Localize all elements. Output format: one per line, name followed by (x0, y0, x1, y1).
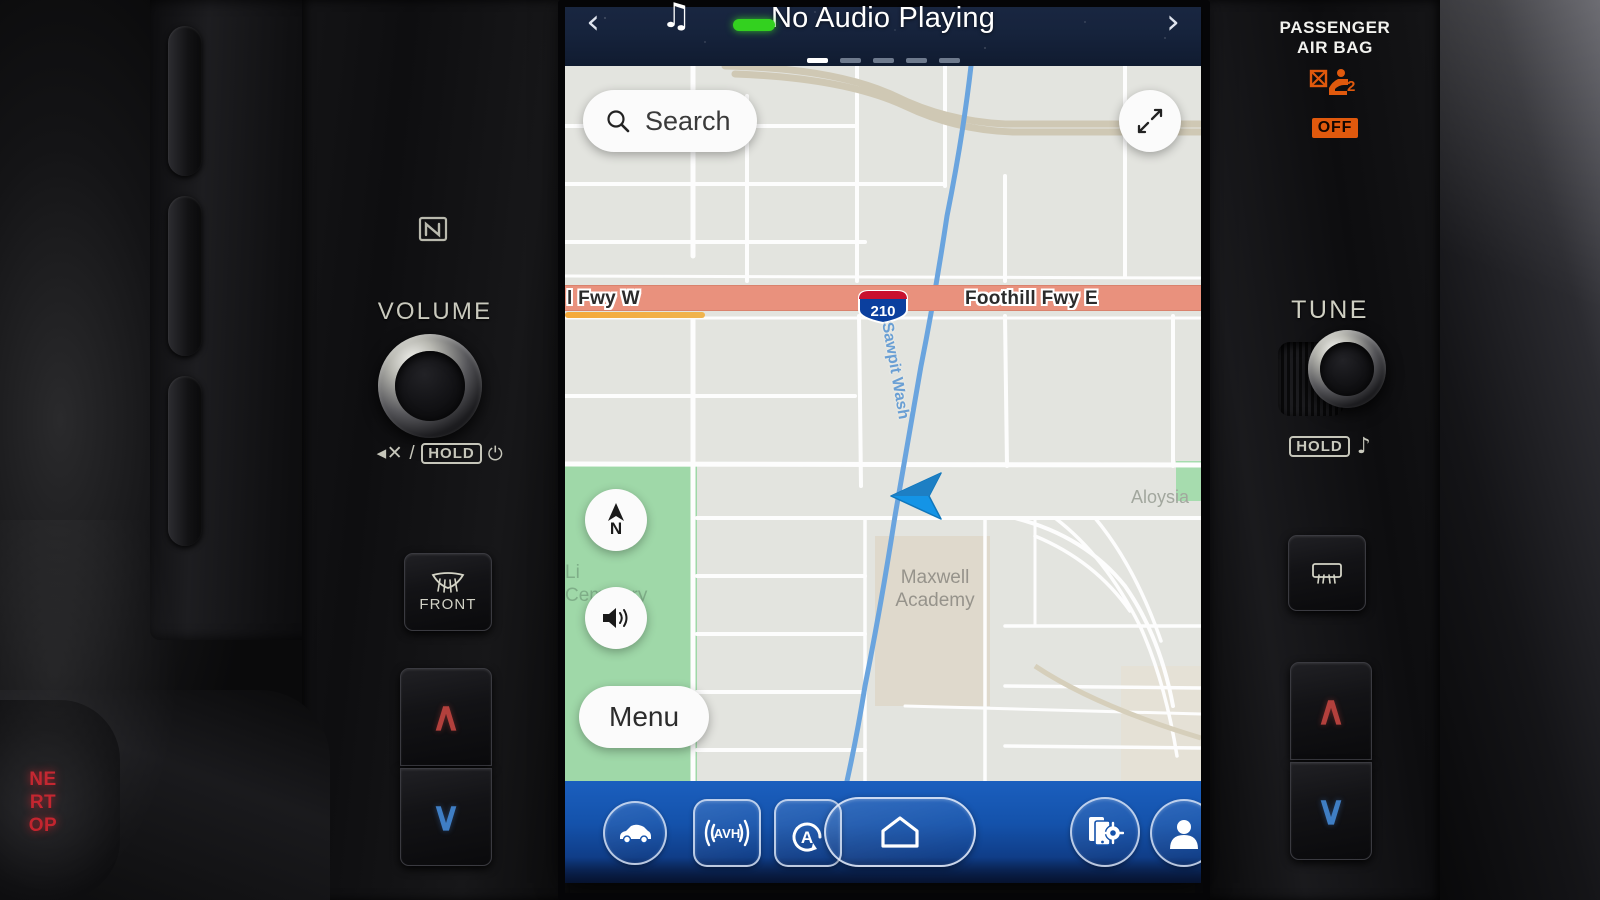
navigation-map[interactable]: l Fwy W Foothill Fwy E 210 Sawpit Wash M… (565, 66, 1201, 781)
vent-slat (168, 26, 202, 176)
volume-label: VOLUME (377, 298, 493, 325)
front-defroster-label: FRONT (419, 596, 477, 613)
volume-sub-labels: ◂✕ / HOLD ⏻ (330, 442, 550, 465)
ignition-label: NE RT OP (0, 768, 86, 837)
dash-right-gloss (1418, 0, 1600, 900)
expand-map-button[interactable] (1119, 90, 1181, 152)
next-track-button[interactable]: › (1151, 0, 1195, 44)
page-dot[interactable] (905, 58, 927, 63)
chevron-up-icon: ∧ (431, 695, 461, 739)
temp-up-button-left[interactable]: ∧ (400, 668, 492, 766)
rear-defroster-button[interactable] (1288, 535, 1366, 611)
vehicle-position-marker (883, 461, 953, 531)
airbag-off-icon: 2 OFF (1305, 67, 1365, 138)
freeway-ramp (565, 312, 705, 318)
tune-knob[interactable] (1278, 330, 1386, 430)
music-note-icon: ♪ (1356, 434, 1371, 459)
freeway-label-west: l Fwy W (567, 288, 640, 309)
airbag-text: PASSENGER AIR BAG (1240, 18, 1430, 58)
hold-label: HOLD (1289, 436, 1350, 457)
chevron-down-icon: ∨ (1316, 789, 1346, 833)
interstate-shield: 210 (855, 288, 911, 326)
airbag-line-2: AIR BAG (1297, 38, 1373, 57)
home-icon (881, 816, 919, 848)
ignition-line-2: RT (29, 792, 57, 813)
home-button[interactable] (824, 797, 976, 867)
tune-sub-labels: HOLD ♪ (1230, 434, 1430, 459)
svg-text:2: 2 (1347, 78, 1355, 95)
hold-label: HOLD (421, 443, 482, 464)
compass-button[interactable]: N (585, 489, 647, 551)
tune-label: TUNE (1291, 296, 1369, 324)
map-menu-button[interactable]: Menu (579, 686, 710, 748)
music-note-icon: ♫ (661, 0, 692, 36)
map-volume-button[interactable] (585, 587, 647, 649)
dashboard-scene: NE RT OP VOLUME ◂✕ / HOLD ⏻ FRONT ∧ ∨ PA… (0, 0, 1600, 900)
search-placeholder: Search (645, 105, 731, 136)
page-dot[interactable] (938, 58, 960, 63)
airbag-line-1: PASSENGER (1279, 18, 1391, 37)
page-dot[interactable] (872, 58, 894, 63)
separator: / (409, 442, 416, 464)
road-network (565, 66, 1201, 781)
chevron-down-icon: ∨ (431, 795, 461, 839)
compass-label: N (609, 519, 623, 538)
phone-settings-button[interactable] (1070, 797, 1140, 867)
search-input[interactable]: Search (583, 90, 757, 152)
front-defroster-button[interactable]: FRONT (404, 553, 492, 631)
chevron-up-icon: ∧ (1316, 689, 1346, 733)
avh-button[interactable]: AVH (693, 799, 761, 867)
vent-slat (168, 376, 202, 546)
svg-text:A: A (801, 828, 813, 847)
auto-stop-led (733, 19, 775, 31)
menu-label: Menu (609, 701, 680, 732)
airbag-off-label: OFF (1311, 118, 1359, 138)
passenger-airbag-indicator: PASSENGER AIR BAG 2 OFF (1240, 18, 1430, 138)
svg-text:AVH: AVH (714, 826, 740, 841)
vehicle-button[interactable] (603, 801, 667, 865)
temp-down-button-left[interactable]: ∨ (400, 768, 492, 866)
bottom-control-bar: AVH A (565, 781, 1201, 883)
profile-button[interactable] (1150, 799, 1201, 867)
speaker-icon (603, 608, 628, 628)
media-status-bar: ‹ ♫ No Audio Playing › (565, 0, 1201, 66)
svg-text:210: 210 (870, 303, 895, 320)
page-indicator[interactable] (565, 58, 1201, 63)
ignition-line-3: OP (28, 815, 58, 836)
temp-up-button-right[interactable]: ∧ (1290, 662, 1372, 760)
infotainment-screen[interactable]: ‹ ♫ No Audio Playing › l Fwy W Foothill … (565, 0, 1201, 883)
avh-icon: AVH (704, 819, 750, 847)
freeway-label-east: Foothill Fwy E (965, 288, 1098, 309)
mute-icon: ◂✕ (376, 443, 404, 464)
ignition-line-1: NE (29, 769, 57, 790)
rear-defroster-icon (1312, 563, 1342, 584)
phone-settings-icon (1089, 817, 1124, 846)
vent-slat (168, 196, 202, 356)
page-dot[interactable] (806, 58, 828, 63)
user-icon (1170, 820, 1198, 849)
defroster-icon (431, 572, 465, 593)
page-dot[interactable] (839, 58, 861, 63)
temp-down-button-right[interactable]: ∨ (1290, 762, 1372, 860)
nfc-icon (416, 212, 450, 246)
volume-knob[interactable] (378, 334, 482, 438)
prev-track-button[interactable]: ‹ (571, 0, 615, 44)
power-icon: ⏻ (487, 442, 504, 465)
expand-arrows-icon (1137, 108, 1163, 134)
car-icon (620, 824, 651, 844)
search-icon (607, 110, 630, 133)
